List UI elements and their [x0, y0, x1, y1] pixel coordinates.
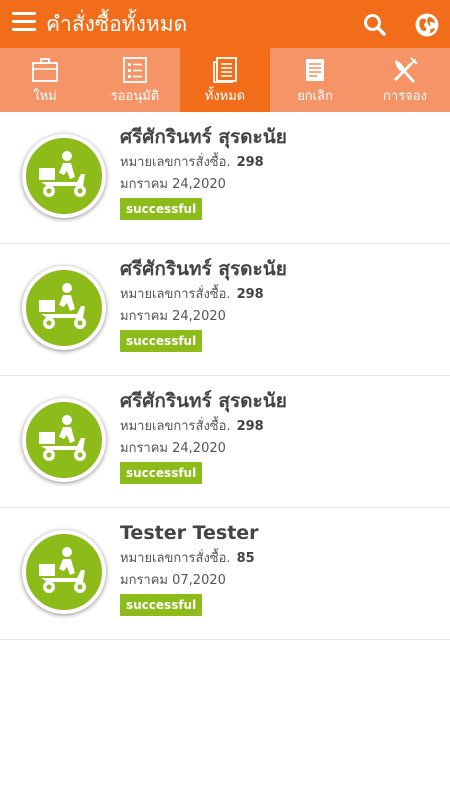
- delivery-scooter-icon: [39, 283, 86, 329]
- customer-name: ศรีศักรินทร์ สุรดะนัย: [120, 390, 287, 412]
- search-icon[interactable]: [362, 12, 388, 38]
- order-list-item[interactable]: Tester Tester หมายเลขการสั่งซื้อ. 85 มกรา…: [0, 508, 450, 640]
- tab-new[interactable]: ใหม่: [0, 48, 90, 112]
- tab-bar: ใหม่ รออนุมัติ ทั้งหมด ยกเลิก การจอง: [0, 48, 450, 112]
- status-badge: successful: [120, 198, 203, 220]
- order-number-row: หมายเลขการสั่งซื้อ. 298: [120, 418, 264, 436]
- order-date: มกราคม 24,2020: [120, 441, 226, 456]
- status-badge: successful: [120, 330, 203, 352]
- order-number-label: หมายเลขการสั่งซื้อ.: [120, 155, 231, 170]
- tab-label: รออนุมัติ: [110, 89, 160, 104]
- order-date: มกราคม 24,2020: [120, 177, 226, 192]
- briefcase-icon: [32, 58, 58, 82]
- menu-icon[interactable]: [12, 12, 36, 36]
- order-number: 298: [236, 155, 264, 170]
- customer-name: ศรีศักรินทร์ สุรดะนัย: [120, 126, 287, 148]
- order-number-label: หมายเลขการสั่งซื้อ.: [120, 287, 231, 302]
- customer-name: Tester Tester: [120, 522, 259, 544]
- order-number: 298: [236, 287, 264, 302]
- delivery-scooter-icon: [39, 415, 86, 461]
- avatar: [22, 266, 106, 350]
- order-date: มกราคม 07,2020: [120, 573, 226, 588]
- order-list-item[interactable]: ศรีศักรินทร์ สุรดะนัย หมายเลขการสั่งซื้อ…: [0, 112, 450, 244]
- delivery-scooter-icon: [39, 547, 86, 593]
- avatar: [22, 398, 106, 482]
- app-bar: คำสั่งซื้อทั้งหมด: [0, 0, 450, 48]
- document-list-icon: [213, 57, 237, 83]
- note-icon: [306, 59, 324, 81]
- tab-cancelled[interactable]: ยกเลิก: [270, 48, 360, 112]
- order-number-label: หมายเลขการสั่งซื้อ.: [120, 419, 231, 434]
- order-number-label: หมายเลขการสั่งซื้อ.: [120, 551, 231, 566]
- tab-label: ทั้งหมด: [204, 89, 246, 104]
- order-number-row: หมายเลขการสั่งซื้อ. 298: [120, 286, 264, 304]
- status-badge: successful: [120, 594, 203, 616]
- utensils-icon: [394, 57, 418, 83]
- tab-label: ยกเลิก: [297, 89, 333, 104]
- customer-name: ศรีศักรินทร์ สุรดะนัย: [120, 258, 287, 280]
- order-list-item[interactable]: ศรีศักรินทร์ สุรดะนัย หมายเลขการสั่งซื้อ…: [0, 376, 450, 508]
- order-number: 85: [236, 551, 255, 566]
- order-date: มกราคม 24,2020: [120, 309, 226, 324]
- order-number: 298: [236, 419, 264, 434]
- order-list: ศรีศักรินทร์ สุรดะนัย หมายเลขการสั่งซื้อ…: [0, 112, 450, 640]
- tab-label: ใหม่: [33, 89, 57, 104]
- globe-icon[interactable]: [414, 12, 440, 38]
- tab-reservation[interactable]: การจอง: [360, 48, 450, 112]
- checklist-icon: [123, 57, 147, 83]
- order-number-row: หมายเลขการสั่งซื้อ. 85: [120, 550, 255, 568]
- order-number-row: หมายเลขการสั่งซื้อ. 298: [120, 154, 264, 172]
- status-badge: successful: [120, 462, 203, 484]
- tab-all[interactable]: ทั้งหมด: [180, 48, 270, 112]
- order-list-item[interactable]: ศรีศักรินทร์ สุรดะนัย หมายเลขการสั่งซื้อ…: [0, 244, 450, 376]
- avatar: [22, 134, 106, 218]
- page-title: คำสั่งซื้อทั้งหมด: [46, 12, 188, 36]
- tab-label: การจอง: [383, 89, 427, 104]
- tab-pending-approval[interactable]: รออนุมัติ: [90, 48, 180, 112]
- avatar: [22, 530, 106, 614]
- delivery-scooter-icon: [39, 151, 86, 197]
